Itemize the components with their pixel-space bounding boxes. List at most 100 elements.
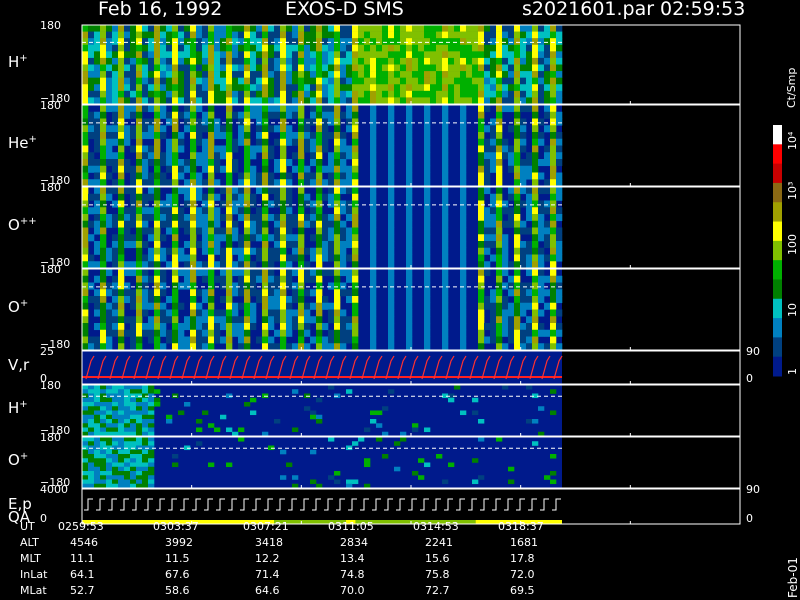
spectrogram-cell <box>310 132 317 140</box>
spectrogram-cell <box>232 77 239 85</box>
spectrogram-cell <box>292 269 299 277</box>
spectrogram-cell <box>238 275 245 283</box>
spectrogram-cell <box>82 449 89 455</box>
spectrogram-cell <box>424 207 431 215</box>
spectrogram-cell <box>226 227 233 235</box>
spectrogram-cell <box>88 427 95 433</box>
spectrogram-cell <box>346 105 353 113</box>
spectrogram-cell <box>502 261 509 269</box>
spectrogram-cell <box>352 90 359 98</box>
spectrogram-cell <box>226 132 233 140</box>
spectrogram-cell <box>364 25 371 32</box>
spectrogram-cell <box>244 214 251 222</box>
spectrogram-cell <box>502 25 509 32</box>
spectrogram-cell <box>388 25 395 32</box>
spectrogram-cell <box>106 145 113 153</box>
spectrogram-cell <box>478 234 485 242</box>
spectrogram-cell <box>226 57 233 65</box>
spectrogram-cell <box>496 437 503 442</box>
spectrogram-cell <box>316 179 323 187</box>
spectrogram-cell <box>244 200 251 208</box>
spectrogram-cell <box>280 254 287 262</box>
spectrogram-cell <box>520 125 527 133</box>
spectrogram-cell <box>478 193 485 201</box>
spectrogram-cell <box>262 159 269 167</box>
spectrogram-cell <box>496 145 503 153</box>
spectrogram-cell <box>82 261 89 269</box>
spectrogram-cell <box>124 410 131 416</box>
spectrogram-cell <box>148 90 155 98</box>
spectrogram-cell <box>94 323 101 331</box>
spectrogram-cell <box>412 423 419 428</box>
spectrogram-cell <box>352 282 359 290</box>
spectrogram-cell <box>88 111 95 119</box>
spectrogram-cell <box>208 343 215 351</box>
spectrogram-cell <box>244 64 251 72</box>
energy-step-trace <box>192 498 201 511</box>
spectrogram-cell <box>262 71 269 78</box>
spectrogram-cell <box>88 234 95 242</box>
spectrogram-cell <box>310 234 317 242</box>
spectrogram-cell <box>292 296 299 304</box>
spectrogram-cell <box>94 111 101 119</box>
spectrogram-cell <box>268 125 275 133</box>
spectrogram-cell <box>550 479 557 485</box>
spectrogram-cell <box>304 247 311 255</box>
spectrogram-cell <box>496 38 503 46</box>
spectrogram-cell <box>460 247 467 255</box>
spectrogram-cell <box>238 343 245 351</box>
spectrogram-cell <box>292 105 299 113</box>
spectrogram-cell <box>322 241 329 249</box>
spectrogram-cell <box>466 84 473 92</box>
spectrogram-cell <box>280 193 287 201</box>
spectrogram-cell <box>370 200 377 208</box>
spectrogram-cell <box>250 302 257 310</box>
spectrogram-cell <box>178 282 185 290</box>
spectrogram-cell <box>316 97 323 105</box>
spectrogram-cell <box>304 316 311 324</box>
spectrogram-cell <box>244 111 251 119</box>
ephemeris-value: 11.5 <box>165 552 190 565</box>
spectrogram-cell <box>214 247 221 255</box>
spectrogram-cell <box>274 31 281 39</box>
spectrogram-cell <box>184 282 191 290</box>
spectrogram-cell <box>430 64 437 72</box>
spectrogram-cell <box>178 343 185 351</box>
spectrogram-cell <box>118 323 125 331</box>
spectrogram-cell <box>130 449 137 455</box>
spectrogram-cell <box>238 97 245 105</box>
spectrogram-cell <box>250 44 257 52</box>
spectrogram-cell <box>328 97 335 105</box>
spectrogram-cell <box>82 343 89 351</box>
spectrogram-cell <box>136 44 143 52</box>
spectrogram-cell <box>370 145 377 153</box>
spectrogram-cell <box>466 64 473 72</box>
spectrogram-cell <box>136 282 143 290</box>
spectrogram-cell <box>100 261 107 269</box>
spectrogram-cell <box>124 97 131 105</box>
y-axis-top-tick: 25 <box>40 345 54 358</box>
spectrogram-cell <box>514 152 521 160</box>
spectrogram-cell <box>136 449 143 455</box>
spectrogram-cell <box>340 179 347 187</box>
spectrogram-cell <box>202 25 209 32</box>
spectrogram-cell <box>442 254 449 262</box>
spectrogram-cell <box>226 84 233 92</box>
spectrogram-cell <box>466 77 473 85</box>
spectrogram-cell <box>142 105 149 113</box>
spectrogram-cell <box>226 289 233 297</box>
spectrogram-cell <box>148 51 155 59</box>
spectrogram-cell <box>232 207 239 215</box>
spectrogram-cell <box>130 419 137 424</box>
spectrogram-cell <box>280 84 287 92</box>
spectrogram-cell <box>136 97 143 105</box>
spectrogram-cell <box>478 165 485 173</box>
spectrogram-cell <box>136 25 143 32</box>
spectrogram-cell <box>484 247 491 255</box>
spectrogram-cell <box>316 193 323 201</box>
spectrogram-cell <box>172 323 179 331</box>
spectrogram-cell <box>232 302 239 310</box>
spectrogram-cell <box>400 77 407 85</box>
spectrogram-cell <box>502 296 509 304</box>
spectrogram-cell <box>136 385 143 390</box>
